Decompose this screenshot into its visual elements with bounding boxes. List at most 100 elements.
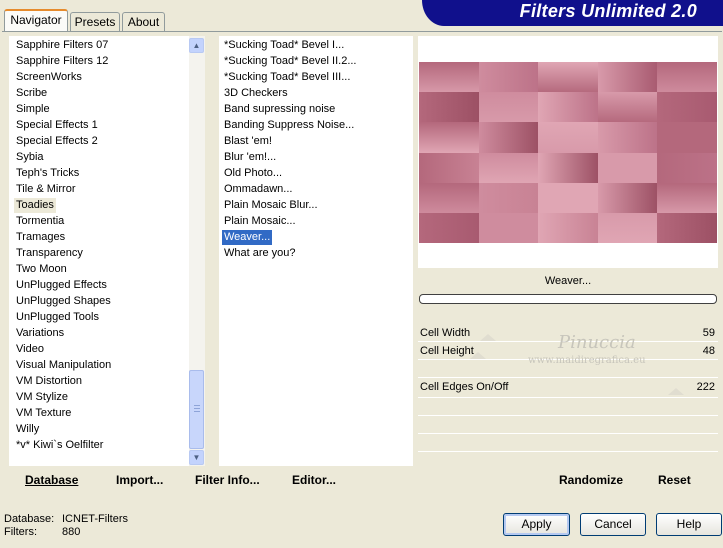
progress-bar — [419, 294, 717, 304]
preview-tile — [478, 212, 540, 243]
slider-handle[interactable] — [470, 352, 486, 359]
preview-tile — [419, 62, 480, 94]
app-title: Filters Unlimited 2.0 — [519, 1, 697, 21]
preview-tile — [538, 212, 599, 243]
preview-tile — [538, 152, 599, 184]
category-item[interactable]: Simple — [14, 102, 52, 117]
filter-item[interactable]: What are you? — [222, 246, 298, 261]
tab-about[interactable]: About — [122, 12, 165, 32]
category-item[interactable]: UnPlugged Effects — [14, 278, 109, 293]
watermark-name: Pinuccia — [558, 332, 636, 353]
filter-item[interactable]: Band supressing noise — [222, 102, 337, 117]
filter-info-button[interactable]: Filter Info... — [195, 470, 260, 490]
filter-item[interactable]: 3D Checkers — [222, 86, 290, 101]
preview-tile — [478, 122, 540, 154]
preview-tile — [538, 122, 599, 154]
category-item[interactable]: Toadies — [14, 198, 56, 213]
category-item[interactable]: Special Effects 2 — [14, 134, 100, 149]
category-scrollbar[interactable]: ▲ ▼ — [189, 36, 205, 466]
filter-item[interactable]: Old Photo... — [222, 166, 284, 181]
preview-tile — [657, 122, 717, 154]
preview-tile — [478, 92, 540, 124]
tab-panel-border — [2, 31, 722, 32]
database-value: ICNET-Filters — [62, 513, 128, 525]
category-list[interactable]: Sapphire Filters 07 Sapphire Filters 12 Sc… — [9, 36, 189, 466]
navigator-button-bar: Database Import... Filter Info... Editor… — [9, 470, 413, 494]
tab-presets[interactable]: Presets — [70, 12, 120, 32]
param-value: 59 — [702, 327, 715, 339]
category-item[interactable]: Teph's Tricks — [14, 166, 81, 181]
preview-image — [419, 62, 717, 243]
help-button[interactable]: Help — [656, 513, 722, 536]
preview-tile — [597, 62, 659, 94]
preview-tile — [657, 92, 717, 124]
category-item[interactable]: VM Distortion — [14, 374, 84, 389]
apply-button[interactable]: Apply — [503, 513, 570, 536]
cancel-button[interactable]: Cancel — [580, 513, 646, 536]
param-value: 222 — [696, 381, 715, 393]
category-item[interactable]: Transparency — [14, 246, 85, 261]
category-item[interactable]: Two Moon — [14, 262, 69, 277]
filters-key: Filters: — [4, 526, 37, 538]
category-item[interactable]: Scribe — [14, 86, 49, 101]
preview-tile — [478, 182, 540, 214]
category-item[interactable]: ScreenWorks — [14, 70, 84, 85]
filter-name-label: Weaver... — [544, 275, 592, 287]
category-item[interactable]: UnPlugged Tools — [14, 310, 101, 325]
slider-handle[interactable] — [480, 334, 496, 341]
filter-item[interactable]: Blast 'em! — [222, 134, 274, 149]
category-item[interactable]: Willy — [14, 422, 41, 437]
preview-tile — [657, 212, 717, 243]
filter-item[interactable]: Banding Suppress Noise... — [222, 118, 356, 133]
param-label: Cell Height — [420, 345, 474, 357]
scroll-down-icon[interactable]: ▼ — [189, 450, 204, 465]
database-key: Database: — [4, 513, 55, 525]
category-item[interactable]: VM Texture — [14, 406, 73, 421]
filter-item[interactable]: Plain Mosaic Blur... — [222, 198, 320, 213]
preview-tile — [597, 152, 659, 184]
category-item[interactable]: Special Effects 1 — [14, 118, 100, 133]
filter-item[interactable]: Weaver... — [222, 230, 273, 245]
tab-navigator[interactable]: Navigator — [4, 9, 68, 32]
category-item[interactable]: Video — [14, 342, 46, 357]
editor-button[interactable]: Editor... — [292, 470, 336, 490]
filters-value: 880 — [62, 526, 81, 538]
category-item[interactable]: VM Stylize — [14, 390, 70, 405]
category-item[interactable]: Sybia — [14, 150, 46, 165]
category-item[interactable]: UnPlugged Shapes — [14, 294, 113, 309]
category-item[interactable]: *v* Kiwi`s Oelfilter — [14, 438, 105, 453]
preview-tile — [419, 182, 480, 214]
category-item[interactable]: Tramages — [14, 230, 67, 245]
category-item[interactable]: Sapphire Filters 07 — [14, 38, 110, 53]
filter-item[interactable]: Plain Mosaic... — [222, 214, 298, 229]
preview-tile — [597, 182, 659, 214]
category-item[interactable]: Tormentia — [14, 214, 66, 229]
preview-tile — [657, 182, 717, 214]
param-cell-edges[interactable]: Cell Edges On/Off 222 — [418, 379, 718, 396]
category-item[interactable]: Tile & Mirror — [14, 182, 77, 197]
database-button[interactable]: Database — [25, 470, 78, 490]
filter-item[interactable]: *Sucking Toad* Bevel III... — [222, 70, 352, 85]
param-label: Cell Edges On/Off — [420, 381, 509, 393]
watermark-url: www.maidiregrafica.eu — [528, 355, 646, 366]
preview-tile — [478, 152, 540, 184]
slider-handle[interactable] — [668, 388, 684, 395]
filter-item[interactable]: Blur 'em!... — [222, 150, 278, 165]
filter-list[interactable]: *Sucking Toad* Bevel I... *Sucking Toad* … — [219, 36, 413, 466]
import-button[interactable]: Import... — [116, 470, 163, 490]
preset-button-bar: Randomize Reset — [418, 470, 718, 494]
scrollbar-thumb[interactable] — [189, 370, 204, 449]
filter-item[interactable]: Ommadawn... — [222, 182, 294, 197]
category-item[interactable]: Variations — [14, 326, 66, 341]
preview-tile — [597, 92, 659, 124]
scroll-up-icon[interactable]: ▲ — [189, 38, 204, 53]
reset-button[interactable]: Reset — [658, 470, 691, 490]
category-item[interactable]: Visual Manipulation — [14, 358, 113, 373]
randomize-button[interactable]: Randomize — [559, 470, 623, 490]
preview-tile — [538, 182, 599, 214]
filter-item[interactable]: *Sucking Toad* Bevel I... — [222, 38, 346, 53]
preview-tile — [538, 92, 599, 124]
preview-tile — [657, 152, 717, 184]
category-item[interactable]: Sapphire Filters 12 — [14, 54, 110, 69]
filter-item[interactable]: *Sucking Toad* Bevel II.2... — [222, 54, 359, 69]
